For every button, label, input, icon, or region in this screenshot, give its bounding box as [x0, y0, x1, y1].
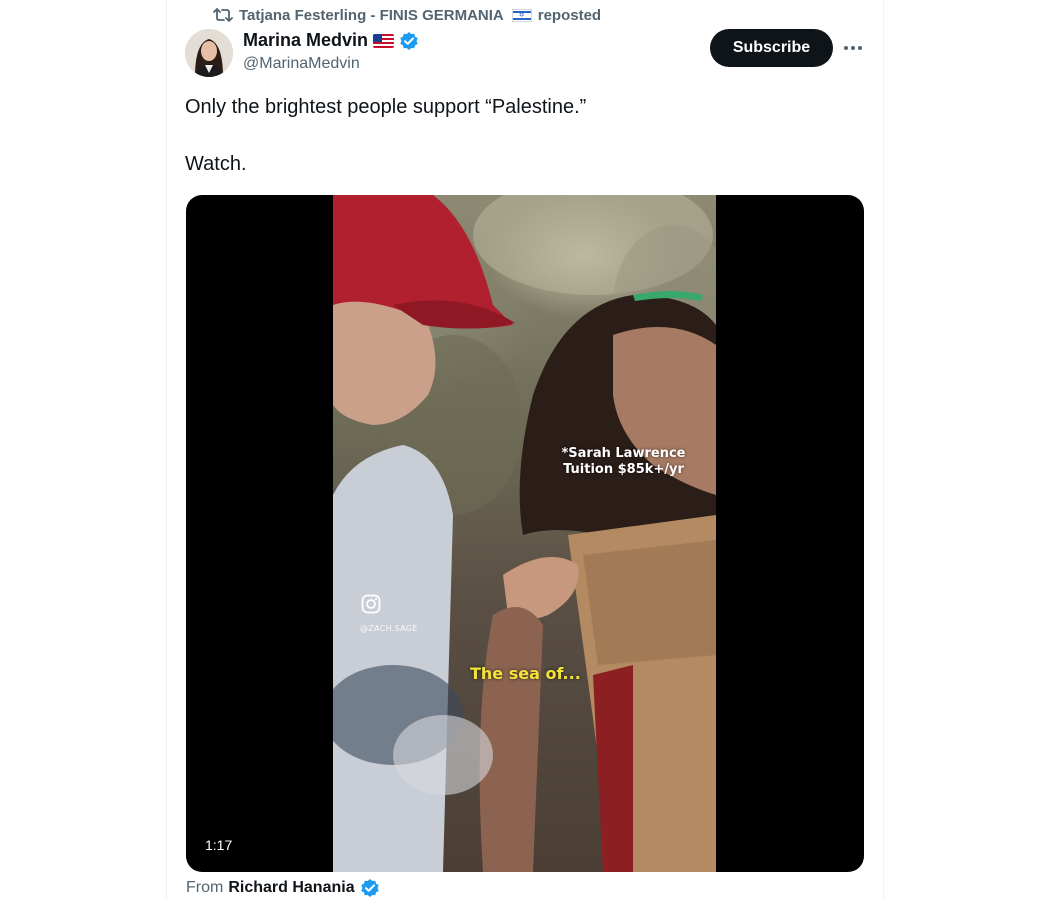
verified-badge-icon: [360, 878, 380, 898]
source-prefix: From: [186, 879, 224, 896]
more-icon-dot: [858, 46, 862, 50]
avatar[interactable]: [185, 29, 233, 77]
video-duration: 1:17: [205, 837, 233, 853]
source-name[interactable]: Richard Hanania: [228, 879, 354, 897]
caption-line: *Sarah Lawrence: [561, 446, 686, 461]
repost-action: reposted: [537, 6, 602, 24]
caption-line: Tuition $85k+/yr: [563, 462, 684, 477]
verified-badge-icon: [399, 31, 419, 51]
tweet-text-line: Only the brightest people support “Pales…: [185, 96, 587, 118]
us-flag-icon: [373, 33, 395, 48]
tweet-text-line: Watch.: [185, 153, 247, 175]
more-options-button[interactable]: [838, 34, 868, 62]
author-handle[interactable]: @MarinaMedvin: [243, 55, 360, 73]
repost-user-name[interactable]: Tatjana Festerling - FINIS GERMANIA: [239, 7, 504, 24]
more-icon-dot: [844, 46, 848, 50]
israel-flag-icon: ✡: [511, 8, 532, 22]
author-name[interactable]: Marina Medvin: [243, 30, 368, 51]
video-caption-subtitle: The sea of...: [470, 664, 581, 683]
author-name-row[interactable]: Marina Medvin: [243, 30, 419, 51]
video-caption-tuition: *Sarah Lawrence Tuition $85k+/yr: [561, 446, 686, 478]
watermark-handle: @ZACH.SAGE: [360, 624, 418, 633]
repost-context[interactable]: Tatjana Festerling - FINIS GERMANIA ✡ re…: [213, 5, 601, 25]
video-player[interactable]: *Sarah Lawrence Tuition $85k+/yr @ZACH.S…: [186, 195, 864, 872]
repost-icon: [213, 7, 233, 23]
video-scene: [333, 195, 716, 872]
page: Tatjana Festerling - FINIS GERMANIA ✡ re…: [0, 0, 1050, 900]
instagram-icon: [361, 594, 381, 614]
subscribe-button[interactable]: Subscribe: [710, 29, 833, 67]
more-icon-dot: [851, 46, 855, 50]
video-source-attribution: From Richard Hanania: [186, 878, 380, 898]
video-frame: *Sarah Lawrence Tuition $85k+/yr @ZACH.S…: [333, 195, 716, 872]
